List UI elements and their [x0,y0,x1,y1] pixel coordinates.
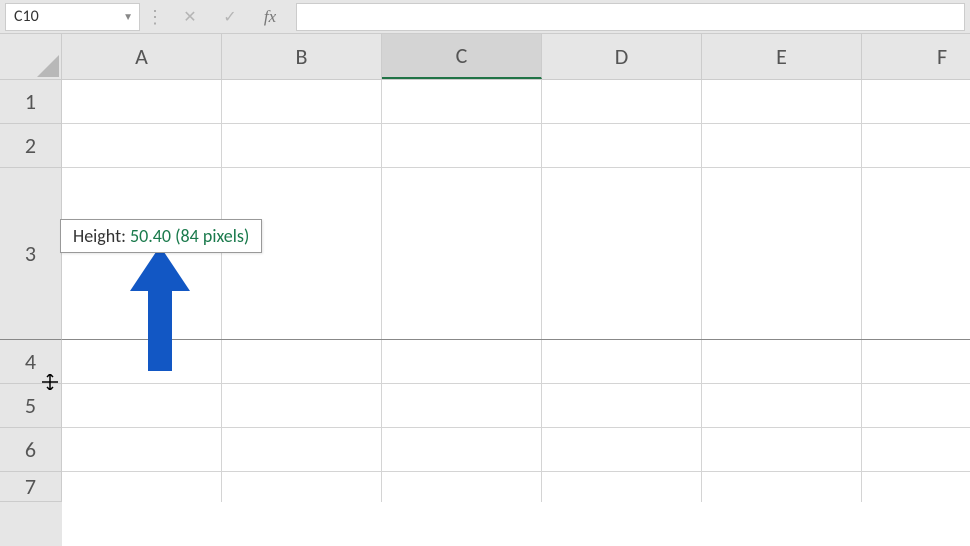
cell-f2[interactable] [862,124,970,167]
cancel-formula-button: ✕ [170,3,210,31]
cell-f3[interactable] [862,168,970,339]
row-header-7[interactable]: 7 [0,472,62,502]
row-3 [62,168,970,340]
cell-b4[interactable] [222,340,382,383]
cell-f1[interactable] [862,80,970,123]
cell-d6[interactable] [542,428,702,471]
left-column: 1 2 3 4 5 6 7 [0,34,62,546]
cell-d7[interactable] [542,472,702,502]
cell-c4[interactable] [382,340,542,383]
annotation-arrow-icon [130,246,190,381]
cell-b2[interactable] [222,124,382,167]
name-box[interactable]: C10 ▼ [5,3,140,31]
cell-a1[interactable] [62,80,222,123]
row-header-1[interactable]: 1 [0,80,62,124]
cell-e1[interactable] [702,80,862,123]
select-all-triangle-icon [37,55,59,77]
cell-e4[interactable] [702,340,862,383]
row-7 [62,472,970,502]
row-headers: 1 2 3 4 5 6 7 [0,80,62,502]
cell-d4[interactable] [542,340,702,383]
cell-c1[interactable] [382,80,542,123]
cell-f4[interactable] [862,340,970,383]
tooltip-value: 50.40 (84 pixels) [130,225,249,247]
row-4 [62,340,970,384]
column-headers: A B C D E F [62,34,970,80]
insert-function-button[interactable]: fx [250,3,290,31]
cell-b6[interactable] [222,428,382,471]
cell-d2[interactable] [542,124,702,167]
cell-e6[interactable] [702,428,862,471]
cell-b7[interactable] [222,472,382,502]
formula-input[interactable] [296,3,965,31]
tooltip-label: Height: [73,225,130,247]
fx-icon: fx [264,7,276,27]
cell-a7[interactable] [62,472,222,502]
cell-e5[interactable] [702,384,862,427]
row-height-tooltip: Height: 50.40 (84 pixels) [60,219,262,253]
row-header-2[interactable]: 2 [0,124,62,168]
row-6 [62,428,970,472]
row-header-3[interactable]: 3 [0,168,62,340]
col-header-a[interactable]: A [62,34,222,79]
cell-e2[interactable] [702,124,862,167]
cell-c7[interactable] [382,472,542,502]
cell-f6[interactable] [862,428,970,471]
row-5 [62,384,970,428]
cancel-icon: ✕ [183,7,196,27]
col-header-c[interactable]: C [382,34,542,79]
name-box-value: C10 [14,7,39,26]
cell-c2[interactable] [382,124,542,167]
col-header-b[interactable]: B [222,34,382,79]
cell-b3[interactable] [222,168,382,339]
cell-e3[interactable] [702,168,862,339]
cell-f5[interactable] [862,384,970,427]
row-resize-cursor-icon [42,374,58,395]
cell-d1[interactable] [542,80,702,123]
select-all-corner[interactable] [0,34,62,80]
cell-b1[interactable] [222,80,382,123]
col-header-e[interactable]: E [702,34,862,79]
grid-body: A B C D E F [62,34,970,546]
cell-b5[interactable] [222,384,382,427]
name-box-dropdown-icon[interactable]: ▼ [123,10,133,23]
cell-e7[interactable] [702,472,862,502]
col-header-d[interactable]: D [542,34,702,79]
check-icon: ✓ [223,7,236,27]
arrow-shape [130,246,190,371]
cell-a2[interactable] [62,124,222,167]
cell-a6[interactable] [62,428,222,471]
enter-formula-button: ✓ [210,3,250,31]
row-2 [62,124,970,168]
cell-c3[interactable] [382,168,542,339]
cell-f7[interactable] [862,472,970,502]
row-header-6[interactable]: 6 [0,428,62,472]
col-header-f[interactable]: F [862,34,970,79]
cell-c5[interactable] [382,384,542,427]
cells-grid[interactable] [62,80,970,546]
cell-a5[interactable] [62,384,222,427]
cell-c6[interactable] [382,428,542,471]
formula-bar-separator: ⋮ [140,6,170,28]
formula-bar: C10 ▼ ⋮ ✕ ✓ fx [0,0,970,34]
row-1 [62,80,970,124]
cell-d5[interactable] [542,384,702,427]
cell-d3[interactable] [542,168,702,339]
